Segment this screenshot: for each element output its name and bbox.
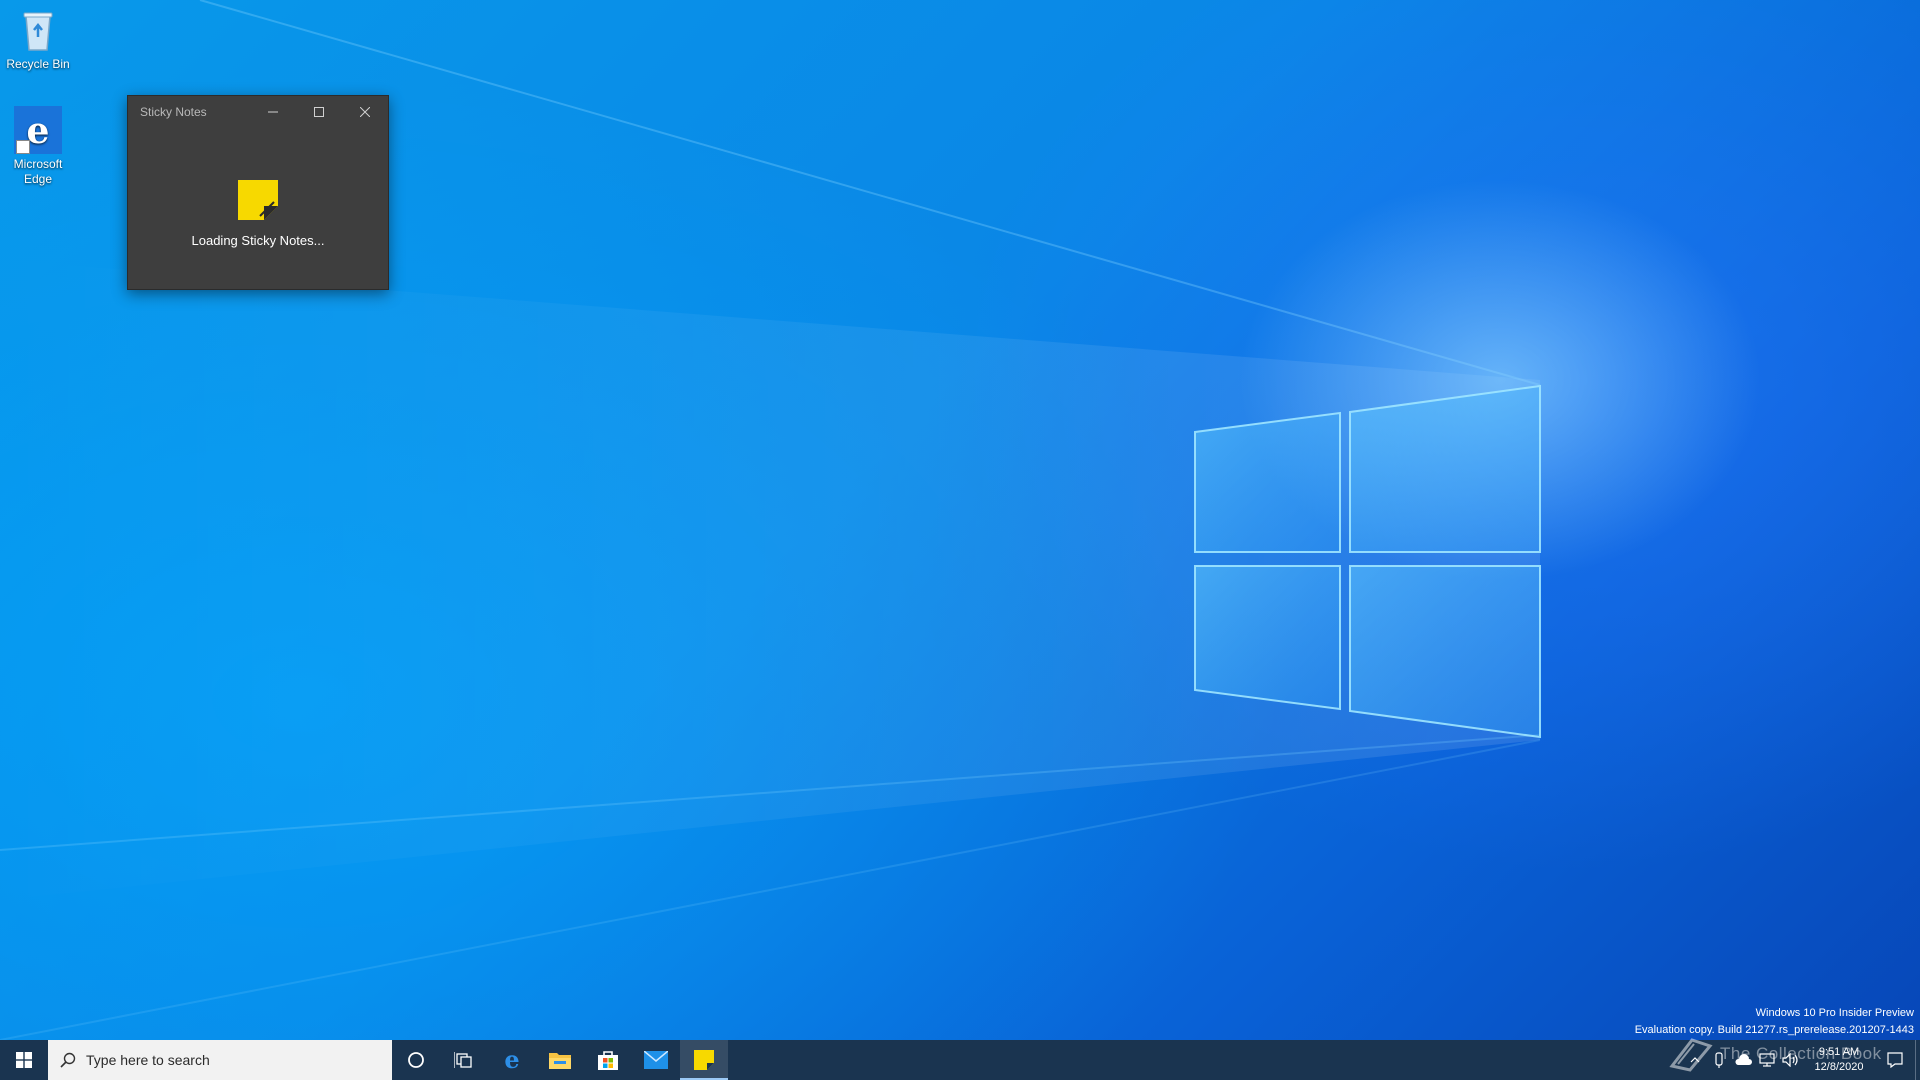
shortcut-arrow-icon — [16, 140, 30, 154]
sticky-notes-icon — [694, 1050, 714, 1070]
close-icon — [360, 107, 370, 117]
desktop-icon-recycle-bin[interactable]: Recycle Bin — [0, 6, 76, 72]
sticky-notes-logo-icon — [238, 180, 278, 220]
edge-icon: e — [504, 1048, 519, 1072]
recycle-bin-icon — [14, 6, 62, 54]
task-view-icon — [454, 1052, 472, 1068]
maximize-button[interactable] — [296, 96, 342, 128]
evaluation-watermark: Windows 10 Pro Insider Preview Evaluatio… — [1635, 1005, 1914, 1039]
watermark-text: The Collection Book — [1720, 1044, 1882, 1063]
cortana-icon — [408, 1052, 424, 1068]
show-desktop-button[interactable] — [1915, 1040, 1920, 1080]
taskbar-mail-button[interactable] — [632, 1040, 680, 1080]
desktop: Recycle Bin e Microsoft Edge Sticky Note… — [0, 0, 1920, 1040]
maximize-icon — [314, 107, 324, 117]
close-button[interactable] — [342, 96, 388, 128]
loading-text: Loading Sticky Notes... — [191, 233, 325, 248]
desktop-icon-microsoft-edge[interactable]: e Microsoft Edge — [0, 106, 76, 187]
mail-icon — [644, 1051, 668, 1069]
collection-book-watermark: The Collection Book — [1668, 1036, 1882, 1072]
search-input[interactable] — [86, 1052, 366, 1068]
watermark-edition: Windows 10 Pro Insider Preview — [1755, 1007, 1914, 1019]
task-view-button[interactable] — [440, 1040, 488, 1080]
search-icon — [60, 1052, 76, 1068]
edge-icon: e — [14, 106, 62, 154]
desktop-icon-label: Recycle Bin — [6, 57, 70, 71]
window-title: Sticky Notes — [140, 105, 207, 119]
sticky-notes-window[interactable]: Sticky Notes Loading Sticky Notes... — [127, 95, 389, 290]
windows-logo-icon — [16, 1052, 32, 1068]
taskbar-file-explorer-button[interactable] — [536, 1040, 584, 1080]
svg-text:e: e — [504, 1048, 519, 1072]
folder-icon — [549, 1053, 571, 1069]
minimize-icon — [268, 111, 278, 113]
minimize-button[interactable] — [250, 96, 296, 128]
search-box[interactable] — [48, 1040, 392, 1080]
start-button[interactable] — [0, 1040, 48, 1080]
cortana-button[interactable] — [392, 1040, 440, 1080]
loading-panel: Loading Sticky Notes... — [128, 128, 388, 289]
desktop-icon-label: Microsoft Edge — [13, 157, 63, 186]
taskbar-sticky-notes-button[interactable] — [680, 1040, 728, 1080]
taskbar-edge-button[interactable]: e — [488, 1040, 536, 1080]
taskbar-store-button[interactable] — [584, 1040, 632, 1080]
store-icon — [598, 1051, 618, 1070]
window-titlebar[interactable]: Sticky Notes — [128, 96, 388, 128]
notification-icon — [1887, 1052, 1903, 1068]
taskbar: e — [0, 1040, 1920, 1080]
book-logo-icon — [1669, 1038, 1713, 1072]
